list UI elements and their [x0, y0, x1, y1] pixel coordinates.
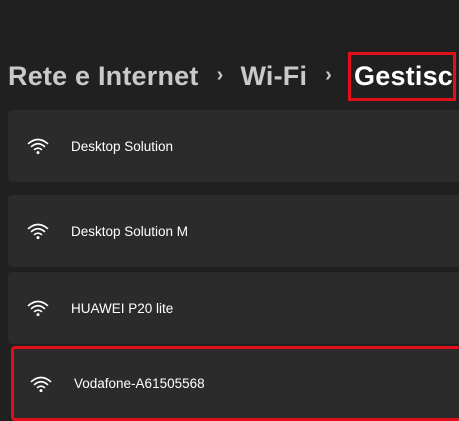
- page-title: Gestisc: [348, 51, 457, 101]
- breadcrumb-wifi[interactable]: Wi-Fi: [240, 61, 307, 92]
- breadcrumb-rete-e-internet[interactable]: Rete e Internet: [8, 61, 199, 92]
- network-name: HUAWEI P20 lite: [71, 300, 174, 316]
- wifi-icon: [27, 300, 49, 317]
- network-row-desktop-solution-m[interactable]: Desktop Solution M: [8, 195, 459, 267]
- wifi-icon: [30, 376, 52, 392]
- chevron-right-icon: ›: [325, 63, 333, 86]
- network-row-huawei-p20-lite[interactable]: HUAWEI P20 lite: [8, 272, 459, 344]
- network-name: Desktop Solution M: [71, 223, 189, 239]
- network-row-desktop-solution[interactable]: Desktop Solution: [8, 110, 459, 182]
- breadcrumb: Rete e Internet › Wi-Fi › Gestisc: [8, 48, 457, 104]
- wifi-icon: [27, 138, 49, 155]
- network-name: Desktop Solution: [71, 138, 174, 154]
- wifi-icon: [27, 223, 49, 240]
- network-row-vodafone[interactable]: Vodafone-A61505568: [11, 346, 459, 421]
- chevron-right-icon: ›: [216, 63, 224, 86]
- network-name: Vodafone-A61505568: [74, 376, 205, 391]
